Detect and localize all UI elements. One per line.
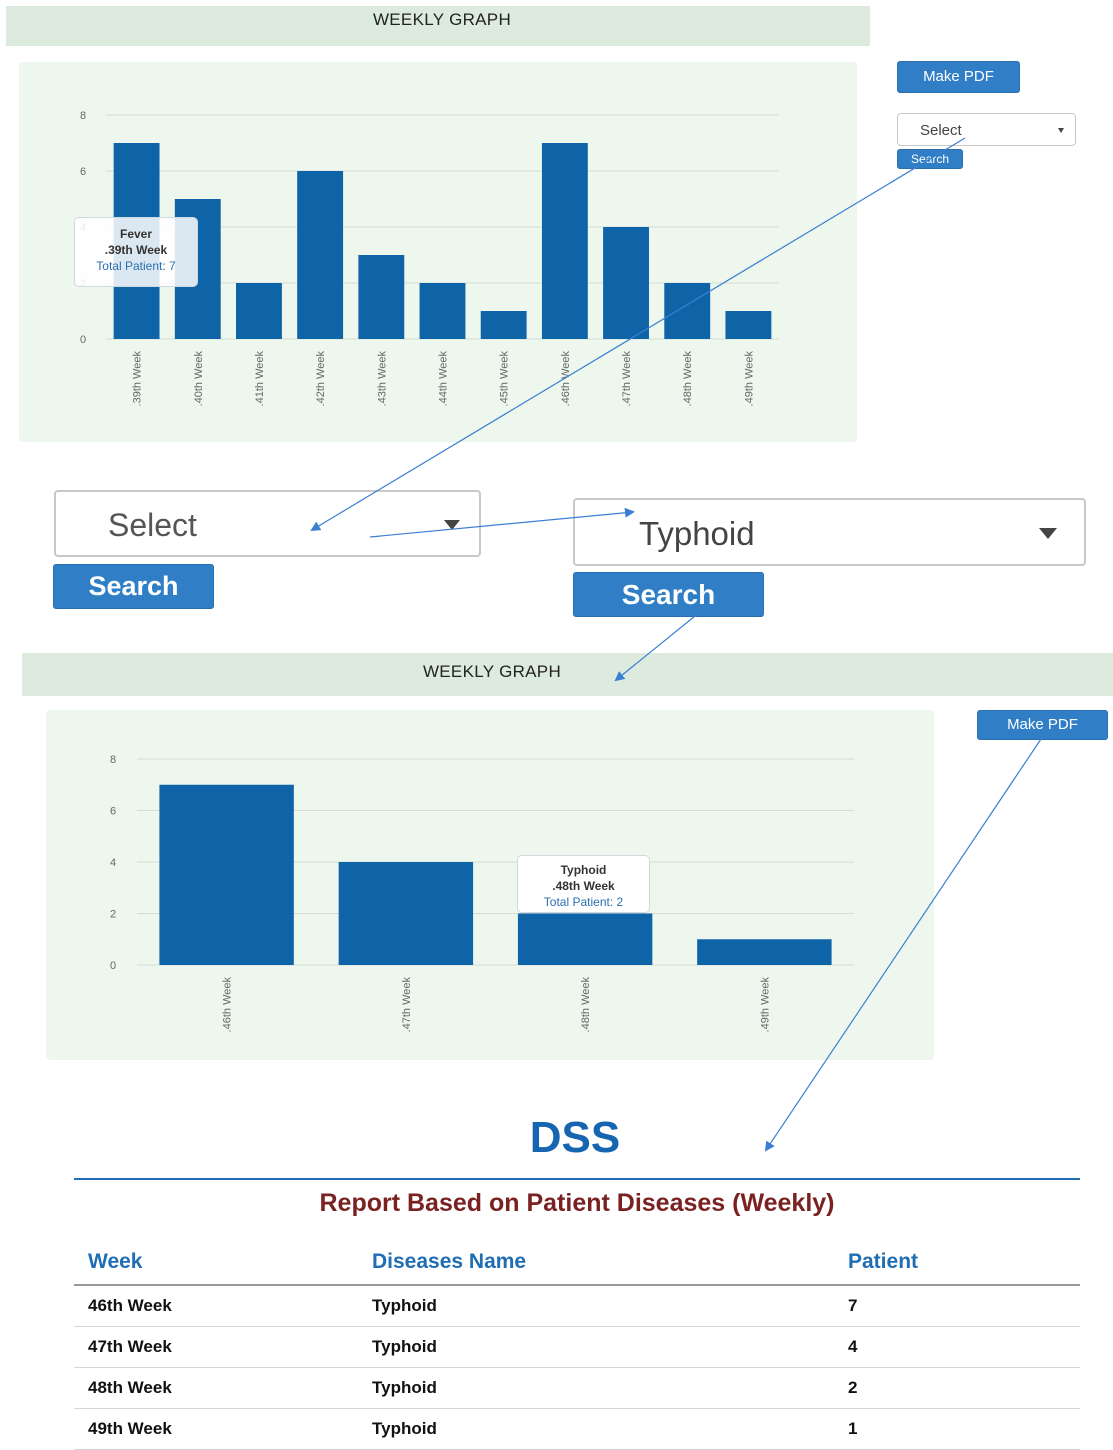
bar xyxy=(480,311,527,339)
chevron-down-icon xyxy=(444,520,460,530)
bar xyxy=(358,255,405,339)
table-row: 46th Week Typhoid 7 xyxy=(74,1285,1080,1327)
cell-disease: Typhoid xyxy=(358,1367,834,1409)
x-tick-label: .43th Week xyxy=(376,351,388,407)
x-tick-label: .49th Week xyxy=(743,351,755,407)
y-tick-label: 0 xyxy=(80,334,86,346)
chart-tooltip-bottom: Typhoid .48th Week Total Patient: 2 xyxy=(517,855,650,913)
x-tick-label: .48th Week xyxy=(682,351,694,407)
x-tick-label: .40th Week xyxy=(193,351,205,407)
tooltip-week: .39th Week xyxy=(104,243,168,257)
report-divider xyxy=(74,1178,1080,1180)
make-pdf-button-bottom[interactable]: Make PDF xyxy=(977,710,1108,740)
chevron-down-icon xyxy=(1058,128,1064,133)
bar xyxy=(664,283,711,339)
disease-select-zoom-right[interactable]: Typhoid xyxy=(573,498,1086,566)
report-title: Report Based on Patient Diseases (Weekly… xyxy=(319,1189,835,1217)
chart-tooltip-top: Fever .39th Week Total Patient: 7 xyxy=(74,217,198,287)
y-tick-label: 6 xyxy=(110,806,116,818)
x-tick-label: .47th Week xyxy=(621,351,633,407)
bar xyxy=(159,784,294,965)
x-tick-label: .46th Week xyxy=(560,351,572,407)
weekly-chart-bottom: 0 2 4 6 8 .46th Week .47th Week .48th Week .49th… xyxy=(46,710,934,1060)
y-tick-label: 2 xyxy=(110,909,116,921)
table-row: 48th Week Typhoid 2 xyxy=(74,1367,1080,1409)
disease-select-zoom-left[interactable]: Select xyxy=(54,490,481,557)
bar xyxy=(517,913,653,965)
tooltip-series-name: Typhoid xyxy=(560,863,607,877)
x-tick-label: .49th Week xyxy=(759,977,771,1033)
weekly-chart-top: 02468.39th Week.40th Week.41th Week.42th… xyxy=(19,62,857,442)
bar xyxy=(419,283,466,339)
report-table: Week Diseases Name Patient 46th Week Typ… xyxy=(74,1240,1080,1450)
disease-select-top[interactable]: Select xyxy=(897,113,1076,146)
table-header-row: Week Diseases Name Patient xyxy=(74,1240,1080,1286)
y-tick-label: 0 xyxy=(110,960,116,972)
tooltip-series-name: Fever xyxy=(119,227,153,241)
select-value: Select xyxy=(920,122,962,139)
tooltip-value: Total Patient: 2 xyxy=(543,895,624,909)
x-tick-label: .46th Week xyxy=(222,977,234,1033)
search-button-zoom-right[interactable]: Search xyxy=(573,572,764,617)
tooltip-week: .48th Week xyxy=(552,879,615,893)
select-value: Select xyxy=(108,507,197,543)
bar xyxy=(338,862,474,965)
weekly-graph-header-top: WEEKLY GRAPH xyxy=(6,6,870,46)
x-tick-label: .45th Week xyxy=(499,351,511,407)
bar xyxy=(236,283,282,339)
column-header-patient: Patient xyxy=(834,1240,1080,1286)
header-title: WEEKLY GRAPH xyxy=(372,10,512,29)
x-tick-label: .42th Week xyxy=(315,351,327,407)
y-tick-label: 4 xyxy=(110,857,116,869)
y-tick-label: 8 xyxy=(80,110,86,122)
bar xyxy=(725,311,772,339)
x-tick-label: .39th Week xyxy=(132,351,144,407)
cell-week: 48th Week xyxy=(74,1367,358,1409)
table-row: 49th Week Typhoid 1 xyxy=(74,1408,1080,1450)
cell-week: 49th Week xyxy=(74,1408,358,1450)
x-tick-label: .47th Week xyxy=(401,977,413,1033)
cell-patient: 4 xyxy=(834,1326,1080,1368)
bar xyxy=(297,171,344,339)
bar xyxy=(697,939,832,965)
y-tick-label: 8 xyxy=(110,754,116,766)
search-button-top[interactable]: Search xyxy=(897,149,963,169)
bar xyxy=(603,227,649,339)
cell-week: 47th Week xyxy=(74,1326,358,1368)
cell-disease: Typhoid xyxy=(358,1285,834,1327)
chevron-down-icon xyxy=(1039,528,1057,539)
bar-chart-bottom: 0 2 4 6 8 .46th Week .47th Week .48th Week .49th… xyxy=(110,754,854,1033)
cell-patient: 1 xyxy=(834,1408,1080,1450)
x-tick-label: .44th Week xyxy=(438,351,450,407)
x-tick-label: .41th Week xyxy=(254,351,266,407)
column-header-disease: Diseases Name xyxy=(358,1240,834,1286)
cell-week: 46th Week xyxy=(74,1285,358,1327)
header-title: WEEKLY GRAPH xyxy=(422,662,562,681)
search-button-zoom-left[interactable]: Search xyxy=(53,564,214,609)
cell-disease: Typhoid xyxy=(358,1326,834,1368)
make-pdf-button-top[interactable]: Make PDF xyxy=(897,61,1020,93)
table-row: 47th Week Typhoid 4 xyxy=(74,1326,1080,1368)
x-tick-label: .48th Week xyxy=(580,977,592,1033)
cell-disease: Typhoid xyxy=(358,1408,834,1450)
select-value: Typhoid xyxy=(639,515,755,552)
bar xyxy=(541,143,588,339)
tooltip-value: Total Patient: 7 xyxy=(96,259,176,273)
cell-patient: 7 xyxy=(834,1285,1080,1327)
report-brand: DSS xyxy=(529,1113,621,1162)
column-header-week: Week xyxy=(74,1240,358,1286)
weekly-graph-header-bottom: WEEKLY GRAPH xyxy=(22,653,1113,696)
cell-patient: 2 xyxy=(834,1367,1080,1409)
y-tick-label: 6 xyxy=(80,166,86,178)
